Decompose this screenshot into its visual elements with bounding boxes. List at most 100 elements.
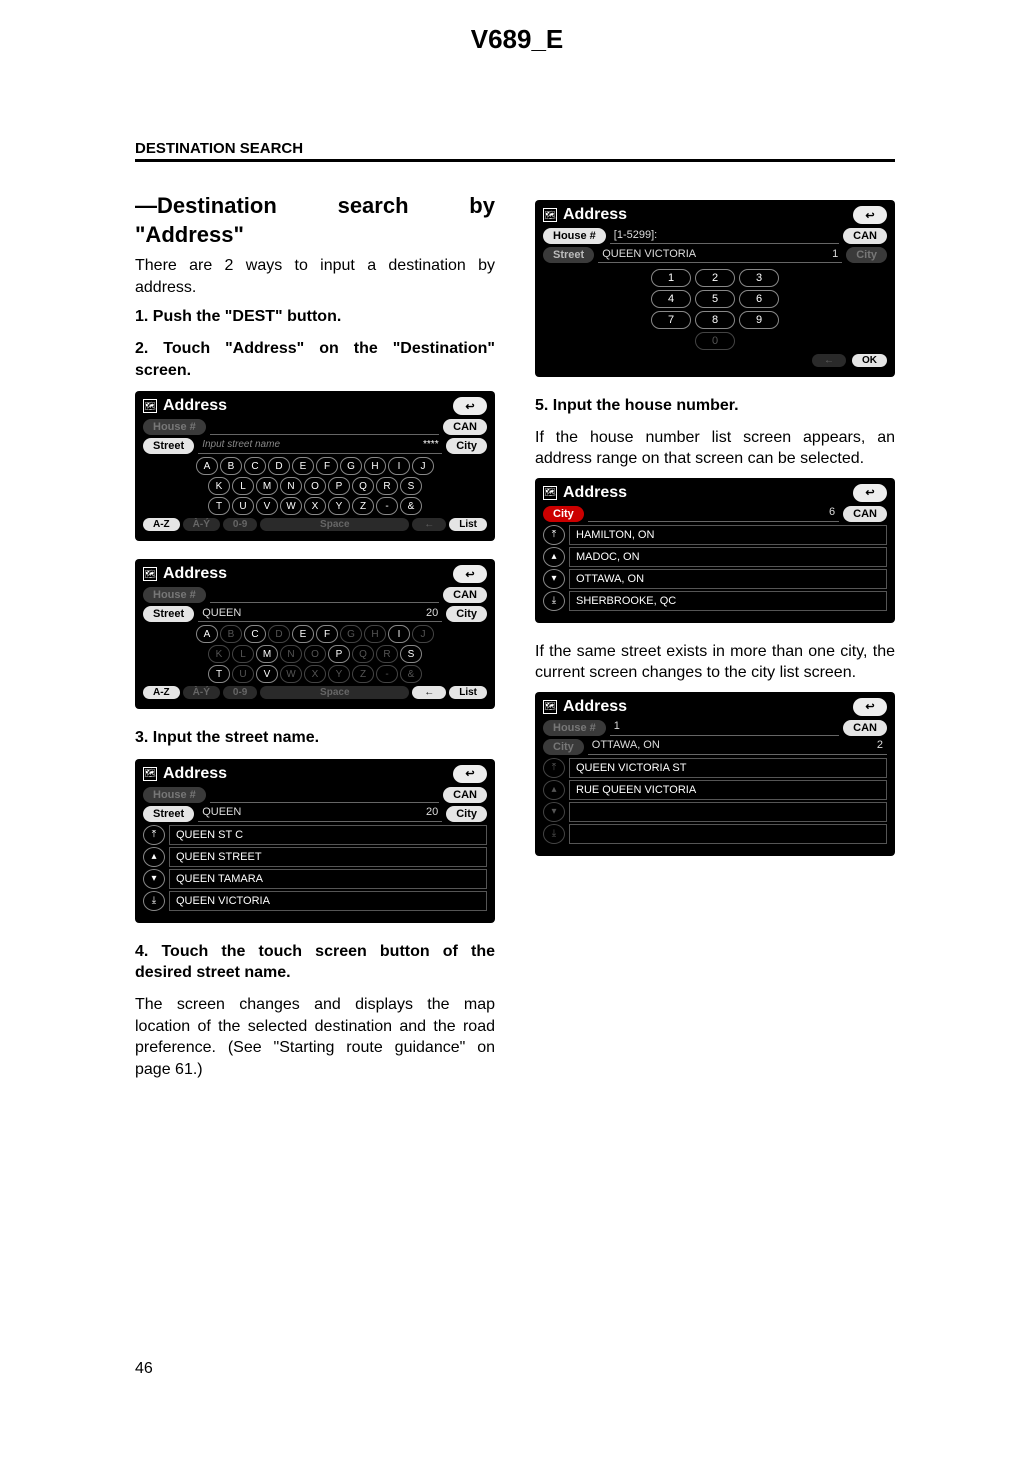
back-button[interactable]: ↩ xyxy=(453,765,487,783)
key-0[interactable]: 0 xyxy=(695,332,735,350)
list-button[interactable]: List xyxy=(449,518,487,531)
backspace-key[interactable]: ← xyxy=(412,518,446,531)
key-a[interactable]: A xyxy=(196,625,218,643)
key-5[interactable]: 5 xyxy=(695,290,735,308)
list-item[interactable]: MADOC, ON xyxy=(569,547,887,567)
house-number-tab[interactable]: House # xyxy=(143,787,206,803)
key-v[interactable]: V xyxy=(256,497,278,515)
key-j[interactable]: J xyxy=(412,625,434,643)
house-number-field[interactable]: 1 xyxy=(610,720,839,736)
back-button[interactable]: ↩ xyxy=(853,206,887,224)
key-3[interactable]: 3 xyxy=(739,269,779,287)
mode-accent[interactable]: À-Ý xyxy=(183,686,220,699)
house-number-tab[interactable]: House # xyxy=(143,419,206,435)
key-2[interactable]: 2 xyxy=(695,269,735,287)
key-8[interactable]: 8 xyxy=(695,311,735,329)
mode-az[interactable]: A-Z xyxy=(143,686,180,699)
mode-accent[interactable]: À-Ý xyxy=(183,518,220,531)
key-s[interactable]: S xyxy=(400,477,422,495)
country-badge[interactable]: CAN xyxy=(843,720,887,736)
scroll-up[interactable]: ▴ xyxy=(543,780,565,800)
street-input[interactable]: QUEEN VICTORIA 1 xyxy=(598,247,842,263)
key-1[interactable]: 1 xyxy=(651,269,691,287)
key--[interactable]: - xyxy=(376,497,398,515)
key-n[interactable]: N xyxy=(280,477,302,495)
key-i[interactable]: I xyxy=(388,457,410,475)
list-item[interactable]: HAMILTON, ON xyxy=(569,525,887,545)
scroll-bottom[interactable]: ⤓ xyxy=(543,591,565,611)
house-number-tab[interactable]: House # xyxy=(543,228,606,244)
key-k[interactable]: K xyxy=(208,477,230,495)
house-number-field[interactable] xyxy=(210,787,439,803)
city-button[interactable]: City xyxy=(846,247,887,263)
key-v[interactable]: V xyxy=(256,665,278,683)
key-w[interactable]: W xyxy=(280,665,302,683)
back-button[interactable]: ↩ xyxy=(453,565,487,583)
key-q[interactable]: Q xyxy=(352,477,374,495)
space-key[interactable]: Space xyxy=(260,518,409,531)
key-9[interactable]: 9 xyxy=(739,311,779,329)
street-tab[interactable]: Street xyxy=(543,247,594,263)
key-b[interactable]: B xyxy=(220,457,242,475)
list-item[interactable]: QUEEN TAMARA xyxy=(169,869,487,889)
key-u[interactable]: U xyxy=(232,497,254,515)
key-&[interactable]: & xyxy=(400,665,422,683)
key-7[interactable]: 7 xyxy=(651,311,691,329)
scroll-top[interactable]: ⤒ xyxy=(543,525,565,545)
key-x[interactable]: X xyxy=(304,665,326,683)
mode-09[interactable]: 0-9 xyxy=(223,686,257,699)
list-item[interactable]: QUEEN STREET xyxy=(169,847,487,867)
key-p[interactable]: P xyxy=(328,645,350,663)
key-z[interactable]: Z xyxy=(352,497,374,515)
list-item[interactable]: QUEEN VICTORIA xyxy=(169,891,487,911)
list-item[interactable]: QUEEN ST C xyxy=(169,825,487,845)
key-o[interactable]: O xyxy=(304,477,326,495)
country-badge[interactable]: CAN xyxy=(443,587,487,603)
street-input[interactable]: QUEEN 20 xyxy=(198,806,442,822)
country-badge[interactable]: CAN xyxy=(443,787,487,803)
back-button[interactable]: ↩ xyxy=(853,484,887,502)
list-item[interactable]: OTTAWA, ON xyxy=(569,569,887,589)
key-6[interactable]: 6 xyxy=(739,290,779,308)
street-tab[interactable]: Street xyxy=(143,438,194,454)
key-r[interactable]: R xyxy=(376,645,398,663)
city-field[interactable]: OTTAWA, ON 2 xyxy=(588,739,887,755)
space-key[interactable]: Space xyxy=(260,686,409,699)
key-d[interactable]: D xyxy=(268,457,290,475)
key-h[interactable]: H xyxy=(364,625,386,643)
list-item[interactable]: SHERBROOKE, QC xyxy=(569,591,887,611)
key-c[interactable]: C xyxy=(244,625,266,643)
backspace-key[interactable]: ← xyxy=(812,354,846,367)
back-button[interactable]: ↩ xyxy=(453,397,487,415)
street-input[interactable]: Input street name **** xyxy=(198,438,442,454)
key-j[interactable]: J xyxy=(412,457,434,475)
city-button[interactable]: City xyxy=(446,438,487,454)
back-button[interactable]: ↩ xyxy=(853,698,887,716)
key-k[interactable]: K xyxy=(208,645,230,663)
house-number-tab[interactable]: House # xyxy=(543,720,606,736)
key-h[interactable]: H xyxy=(364,457,386,475)
list-item[interactable]: RUE QUEEN VICTORIA xyxy=(569,780,887,800)
mode-09[interactable]: 0-9 xyxy=(223,518,257,531)
scroll-bottom[interactable]: ⤓ xyxy=(143,891,165,911)
key-w[interactable]: W xyxy=(280,497,302,515)
key-s[interactable]: S xyxy=(400,645,422,663)
scroll-down[interactable]: ▾ xyxy=(543,569,565,589)
key-t[interactable]: T xyxy=(208,497,230,515)
key-r[interactable]: R xyxy=(376,477,398,495)
country-badge[interactable]: CAN xyxy=(843,228,887,244)
street-input[interactable]: QUEEN 20 xyxy=(198,606,442,622)
scroll-up[interactable]: ▴ xyxy=(543,547,565,567)
key-t[interactable]: T xyxy=(208,665,230,683)
house-number-field[interactable]: [1-5299]: xyxy=(610,228,839,244)
backspace-key[interactable]: ← xyxy=(412,686,446,699)
scroll-down[interactable]: ▾ xyxy=(143,869,165,889)
key-y[interactable]: Y xyxy=(328,665,350,683)
house-number-tab[interactable]: House # xyxy=(143,587,206,603)
list-item[interactable] xyxy=(569,802,887,822)
key-o[interactable]: O xyxy=(304,645,326,663)
street-tab[interactable]: Street xyxy=(143,606,194,622)
city-field[interactable]: 6 xyxy=(588,506,839,522)
key-x[interactable]: X xyxy=(304,497,326,515)
list-item[interactable]: QUEEN VICTORIA ST xyxy=(569,758,887,778)
